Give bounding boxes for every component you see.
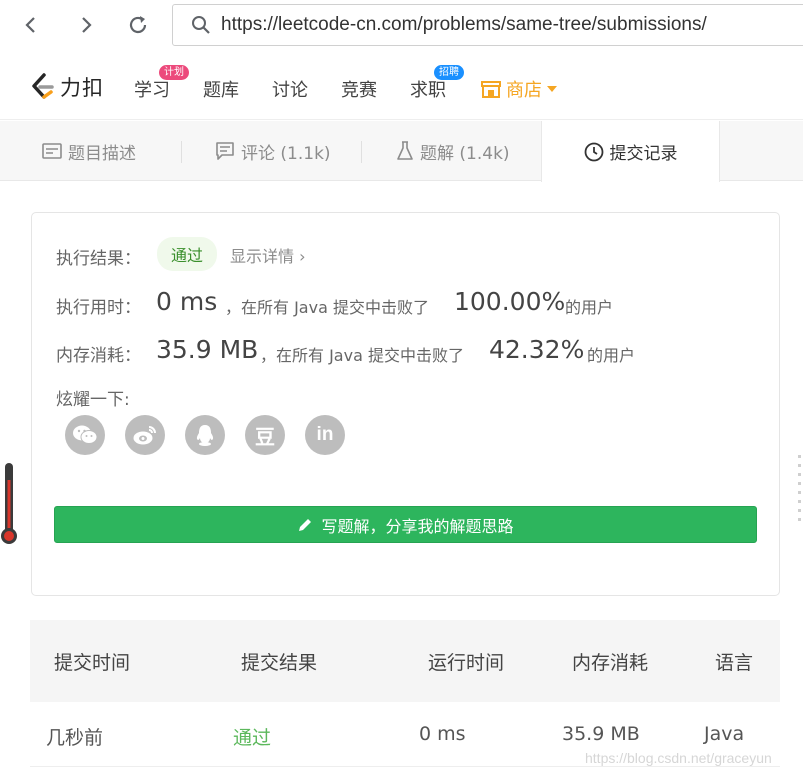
header-runtime: 运行时间 <box>428 652 505 674</box>
wechat-icon[interactable] <box>65 415 105 455</box>
forward-button[interactable] <box>69 8 103 42</box>
nav-study-badge: 计划 <box>159 65 189 80</box>
chevron-left-icon <box>25 17 35 33</box>
memory-suffix: 的用户 <box>587 346 636 365</box>
share-label: 炫耀一下: <box>56 390 130 410</box>
reload-icon <box>129 16 147 34</box>
cell-language: Java <box>704 723 745 745</box>
header-submit-result: 提交结果 <box>241 652 318 674</box>
caret-down-icon <box>547 86 557 92</box>
reload-button[interactable] <box>121 8 155 42</box>
description-icon <box>42 143 62 159</box>
search-icon <box>192 16 210 34</box>
memory-value: 35.9 MB <box>156 335 259 364</box>
comment-icon <box>216 142 234 160</box>
clock-icon <box>584 142 603 161</box>
address-bar[interactable]: https://leetcode-cn.com/problems/same-tr… <box>172 4 803 46</box>
watermark-text: https://blog.csdn.net/graceyun <box>585 750 772 766</box>
chevron-right-icon <box>82 17 92 33</box>
shop-label: 商店 <box>506 80 542 101</box>
header-language: 语言 <box>715 652 754 674</box>
submissions-table-header: 提交时间 提交结果 运行时间 内存消耗 语言 <box>30 620 780 702</box>
write-solution-label: 写题解，分享我的解题思路 <box>321 516 514 536</box>
url-text: https://leetcode-cn.com/problems/same-tr… <box>221 14 707 35</box>
tab-divider <box>181 141 182 163</box>
nav-shop[interactable]: 商店 <box>480 76 557 102</box>
cell-submit-time: 几秒前 <box>46 727 104 749</box>
linkedin-icon[interactable]: in <box>305 415 345 455</box>
thermometer-icon <box>1 463 17 544</box>
tab-description-label: 题目描述 <box>68 143 136 164</box>
flask-icon <box>397 141 413 160</box>
header-memory: 内存消耗 <box>572 652 649 674</box>
douban-icon[interactable]: 豆 <box>245 415 285 455</box>
header-submit-time: 提交时间 <box>54 652 131 674</box>
tab-divider <box>361 141 362 163</box>
site-header: 力扣 学习 计划 题库 讨论 竞赛 求职 招聘 商店 <box>0 52 803 120</box>
tab-description[interactable]: 题目描述 <box>42 121 136 181</box>
status-badge: 通过 <box>157 237 218 271</box>
runtime-desc: ，在所有 Java 提交中击败了 <box>225 298 429 317</box>
runtime-value: 0 ms <box>156 287 218 316</box>
cell-memory: 35.9 MB <box>562 723 640 745</box>
tab-comments[interactable]: 评论 (1.1k) <box>215 121 331 181</box>
leetcode-logo-icon <box>32 73 54 99</box>
tab-comments-label: 评论 (1.1k) <box>241 143 331 164</box>
write-solution-button[interactable]: 写题解，分享我的解题思路 <box>54 506 757 543</box>
memory-desc: ，在所有 Java 提交中击败了 <box>260 346 464 365</box>
logo-text: 力扣 <box>60 76 104 100</box>
runtime-suffix: 的用户 <box>565 298 614 317</box>
qq-glyph <box>196 425 214 446</box>
tab-submissions[interactable]: 提交记录 <box>541 121 720 182</box>
nav-jobs-badge: 招聘 <box>434 65 464 80</box>
cell-submit-result[interactable]: 通过 <box>233 723 271 750</box>
show-details-link[interactable]: 显示详情 › <box>230 243 306 267</box>
browser-toolbar: https://leetcode-cn.com/problems/same-tr… <box>0 0 803 52</box>
weibo-glyph <box>133 426 156 445</box>
pencil-icon <box>299 518 312 531</box>
wechat-glyph <box>73 425 98 444</box>
nav-discuss[interactable]: 讨论 <box>272 76 308 102</box>
submission-result-card: 执行结果： 通过 显示详情 › 执行用时： 0 ms ，在所有 Java 提交中… <box>31 212 780 596</box>
nav-contest[interactable]: 竞赛 <box>341 76 377 102</box>
result-label: 执行结果： <box>56 249 141 269</box>
qq-icon[interactable] <box>185 415 225 455</box>
back-button[interactable] <box>14 8 48 42</box>
runtime-percent: 100.00% <box>454 287 566 316</box>
nav-problems[interactable]: 题库 <box>203 76 239 102</box>
cell-runtime: 0 ms <box>419 723 466 745</box>
scroll-handle[interactable] <box>797 455 803 525</box>
problem-tabs: 题目描述 评论 (1.1k) 题解 (1.4k) 提交记录 <box>0 121 803 182</box>
memory-percent: 42.32% <box>489 335 585 364</box>
tab-submissions-label: 提交记录 <box>609 144 678 164</box>
tab-solutions-label: 题解 (1.4k) <box>420 143 510 164</box>
memory-label: 内存消耗： <box>56 346 141 366</box>
store-icon <box>481 81 501 98</box>
weibo-icon[interactable] <box>125 415 165 455</box>
tab-solutions[interactable]: 题解 (1.4k) <box>396 121 510 181</box>
logo[interactable]: 力扣 <box>30 72 104 102</box>
runtime-label: 执行用时： <box>56 298 141 318</box>
